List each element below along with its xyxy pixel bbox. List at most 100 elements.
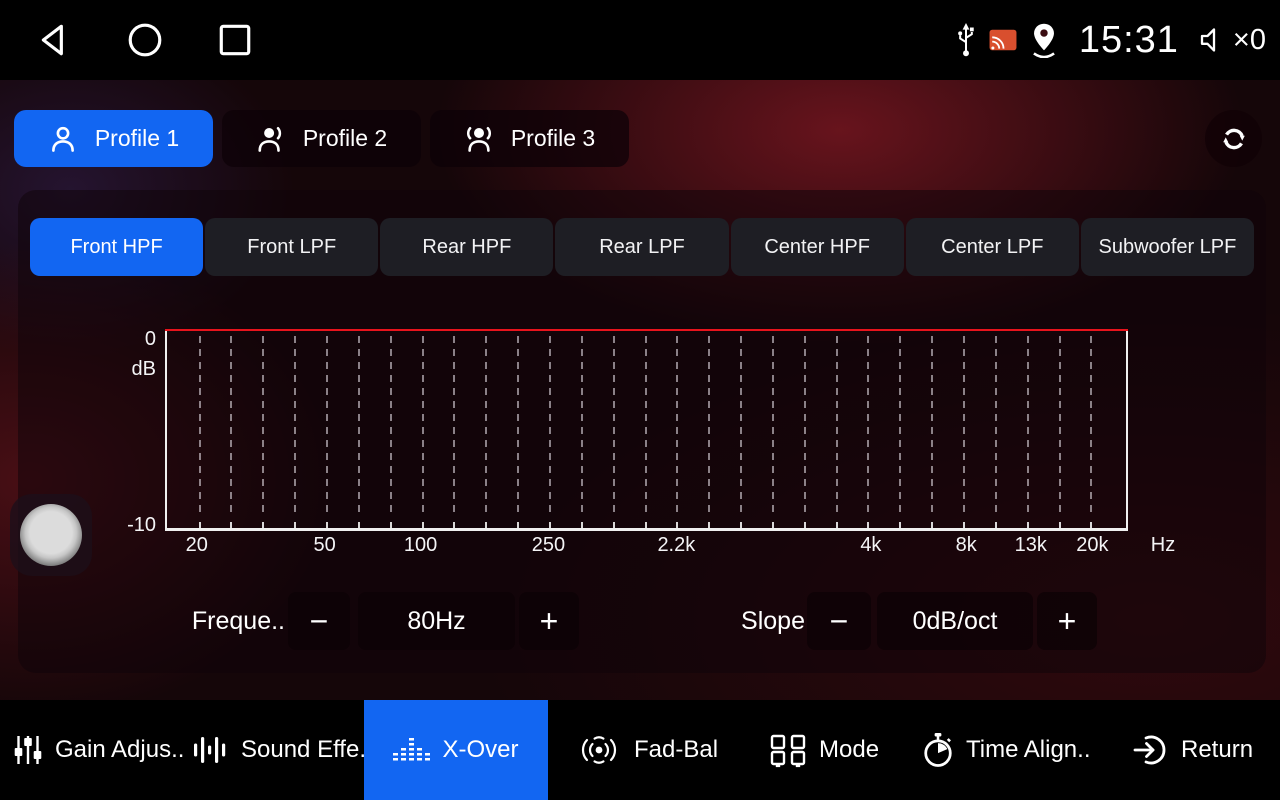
location-icon [1029, 22, 1059, 58]
volume-indicator: ×0 [1197, 22, 1266, 58]
gridline [230, 336, 232, 518]
gridline [740, 336, 742, 518]
xover-panel: Front HPF Front LPF Rear HPF Rear LPF Ce… [18, 190, 1266, 673]
gridline [581, 336, 583, 518]
tab-rear-lpf[interactable]: Rear LPF [555, 218, 728, 276]
x-tick-label: 20 [162, 534, 232, 557]
fader-balance-icon [576, 732, 622, 768]
tab-label: Front LPF [247, 236, 336, 259]
axis-tick [230, 522, 232, 528]
profile-tab-label: Profile 1 [95, 125, 179, 152]
axis-tick [517, 522, 519, 528]
frequency-value: 80Hz [358, 592, 515, 650]
axis-tick [772, 522, 774, 528]
axis-tick [1090, 522, 1092, 528]
nav-gain-adjust[interactable]: Gain Adjus.. [13, 700, 184, 800]
tab-label: Center LPF [941, 236, 1043, 259]
nav-return[interactable]: Return [1133, 700, 1253, 800]
bottom-nav-bar: Gain Adjus.. Sound Effe.. X-Over [0, 700, 1280, 800]
recents-icon[interactable] [216, 21, 254, 59]
tab-center-hpf[interactable]: Center HPF [731, 218, 904, 276]
gridline [358, 336, 360, 518]
gridline [708, 336, 710, 518]
axis-tick [804, 522, 806, 528]
nav-mode[interactable]: Mode [769, 700, 879, 800]
axis-tick [645, 522, 647, 528]
stopwatch-icon [922, 732, 954, 768]
gridline [867, 336, 869, 518]
gridline [517, 336, 519, 518]
slope-value: 0dB/oct [877, 592, 1033, 650]
nav-label: Time Align.. [966, 736, 1091, 764]
gridline [613, 336, 615, 518]
nav-time-align[interactable]: Time Align.. [922, 700, 1091, 800]
axis-tick [708, 522, 710, 528]
mode-grid-icon [769, 732, 807, 768]
x-tick-label: 2.2k [641, 534, 711, 557]
profile-tabs: Profile 1 Profile 2 Profile [14, 110, 629, 167]
gridline [390, 336, 392, 518]
axis-tick [963, 522, 965, 528]
floating-assist-button[interactable] [10, 494, 92, 576]
gridline [326, 336, 328, 518]
slope-label: Slope [658, 592, 805, 650]
gridline [995, 336, 997, 518]
nav-sound-effects[interactable]: Sound Effe.. [191, 700, 373, 800]
gridline [294, 336, 296, 518]
volume-level: ×0 [1233, 24, 1266, 57]
sound-effects-icon [191, 734, 229, 766]
gridline [804, 336, 806, 518]
profile-tab-1[interactable]: Profile 1 [14, 110, 213, 167]
gridline [931, 336, 933, 518]
slope-minus-button[interactable]: − [807, 592, 871, 650]
axis-tick [422, 522, 424, 528]
status-bar: 15:31 ×0 [0, 0, 1280, 80]
tab-subwoofer-lpf[interactable]: Subwoofer LPF [1081, 218, 1254, 276]
head-unit-screen: 15:31 ×0 Profile 1 [0, 0, 1280, 800]
tab-rear-hpf[interactable]: Rear HPF [380, 218, 553, 276]
frequency-response-plot[interactable] [165, 330, 1128, 531]
tab-center-lpf[interactable]: Center LPF [906, 218, 1079, 276]
axis-tick [199, 522, 201, 528]
knob-circle-icon [20, 504, 82, 566]
axis-tick [485, 522, 487, 528]
profile-tab-label: Profile 2 [303, 125, 387, 152]
x-tick-label: 100 [386, 534, 456, 557]
refresh-button[interactable] [1205, 110, 1262, 167]
refresh-icon [1218, 123, 1250, 155]
usb-icon [955, 22, 977, 58]
person-icon [48, 124, 78, 154]
cast-icon [989, 27, 1017, 53]
nav-label: Return [1181, 736, 1253, 764]
frequency-label: Freque.. [108, 592, 285, 650]
y-axis-top-label: 0 [76, 328, 156, 351]
gain-sliders-icon [13, 734, 43, 766]
axis-tick [549, 522, 551, 528]
tab-front-hpf[interactable]: Front HPF [30, 218, 203, 276]
axis-tick [294, 522, 296, 528]
gridline [772, 336, 774, 518]
nav-fad-bal[interactable]: Fad-Bal [576, 700, 718, 800]
home-icon[interactable] [126, 21, 164, 59]
gridline [485, 336, 487, 518]
nav-x-over[interactable]: X-Over [364, 700, 548, 800]
gridline [1059, 336, 1061, 518]
axis-tick [836, 522, 838, 528]
profile-tab-2[interactable]: Profile 2 [222, 110, 421, 167]
gridline [422, 336, 424, 518]
status-icons: 15:31 ×0 [955, 0, 1266, 80]
frequency-plus-button[interactable]: + [519, 592, 579, 650]
frequency-minus-button[interactable]: − [288, 592, 350, 650]
gridline [1090, 336, 1092, 518]
gridline [963, 336, 965, 518]
clock: 15:31 [1079, 19, 1179, 62]
tab-front-lpf[interactable]: Front LPF [205, 218, 378, 276]
axis-tick [995, 522, 997, 528]
back-icon[interactable] [36, 21, 74, 59]
x-tick-label: 50 [290, 534, 360, 557]
axis-tick [1059, 522, 1061, 528]
profile-tab-3[interactable]: Profile 3 [430, 110, 629, 167]
axis-tick [581, 522, 583, 528]
slope-plus-button[interactable]: + [1037, 592, 1097, 650]
gridline [199, 336, 201, 518]
